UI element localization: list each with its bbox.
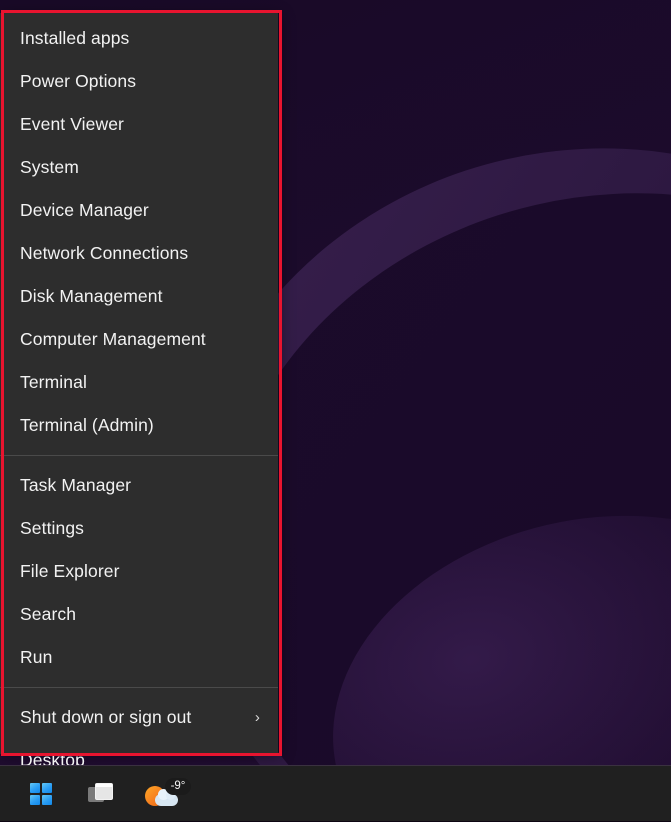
- taskbar[interactable]: -9°: [0, 765, 671, 821]
- menu-item-run[interactable]: Run: [0, 636, 278, 679]
- menu-group-system-tools: Installed apps Power Options Event Viewe…: [0, 17, 278, 447]
- menu-group-apps: Task Manager Settings File Explorer Sear…: [0, 464, 278, 679]
- windows-logo-pane: [30, 795, 40, 805]
- weather-widget-button[interactable]: -9°: [140, 773, 194, 815]
- task-view-front-pane: [95, 783, 113, 800]
- menu-item-label: Computer Management: [20, 329, 206, 349]
- menu-item-label: Terminal (Admin): [20, 415, 154, 435]
- task-view-button[interactable]: [80, 773, 122, 815]
- menu-item-label: Network Connections: [20, 243, 189, 263]
- menu-item-label: System: [20, 157, 79, 177]
- windows-logo-pane: [42, 783, 52, 793]
- cloud-icon: [155, 789, 178, 806]
- chevron-right-icon: ›: [254, 709, 260, 726]
- task-view-icon: [88, 783, 114, 805]
- menu-item-device-manager[interactable]: Device Manager: [0, 189, 278, 232]
- menu-item-network-connections[interactable]: Network Connections: [0, 232, 278, 275]
- taskbar-button-group: -9°: [20, 766, 194, 822]
- menu-separator-2: [0, 687, 278, 688]
- menu-item-label: Search: [20, 604, 77, 624]
- menu-item-computer-management[interactable]: Computer Management: [0, 318, 278, 361]
- power-user-menu[interactable]: Installed apps Power Options Event Viewe…: [0, 13, 278, 770]
- windows-logo-icon: [30, 783, 52, 805]
- windows-logo-pane: [30, 783, 40, 793]
- weather-temperature-badge: -9°: [165, 778, 191, 795]
- sun-behind-cloud-icon: -9°: [143, 777, 191, 811]
- menu-item-label: File Explorer: [20, 561, 120, 581]
- menu-item-terminal[interactable]: Terminal: [0, 361, 278, 404]
- menu-item-shut-down-or-sign-out[interactable]: Shut down or sign out ›: [0, 696, 278, 739]
- menu-item-label: Terminal: [20, 372, 87, 392]
- menu-item-label: Settings: [20, 518, 85, 538]
- windows-logo-pane: [42, 795, 52, 805]
- menu-item-system[interactable]: System: [0, 146, 278, 189]
- menu-item-installed-apps[interactable]: Installed apps: [0, 17, 278, 60]
- menu-item-label: Power Options: [20, 71, 137, 91]
- menu-item-label: Task Manager: [20, 475, 132, 495]
- menu-item-terminal-admin[interactable]: Terminal (Admin): [0, 404, 278, 447]
- menu-item-label: Installed apps: [20, 28, 130, 48]
- menu-item-label: Shut down or sign out: [20, 707, 192, 727]
- menu-item-disk-management[interactable]: Disk Management: [0, 275, 278, 318]
- menu-item-label: Disk Management: [20, 286, 163, 306]
- menu-item-search[interactable]: Search: [0, 593, 278, 636]
- menu-item-file-explorer[interactable]: File Explorer: [0, 550, 278, 593]
- menu-item-label: Event Viewer: [20, 114, 124, 134]
- start-button[interactable]: [20, 773, 62, 815]
- menu-item-task-manager[interactable]: Task Manager: [0, 464, 278, 507]
- menu-item-label: Run: [20, 647, 53, 667]
- menu-item-event-viewer[interactable]: Event Viewer: [0, 103, 278, 146]
- menu-item-power-options[interactable]: Power Options: [0, 60, 278, 103]
- menu-item-label: Device Manager: [20, 200, 149, 220]
- menu-separator-1: [0, 455, 278, 456]
- menu-item-settings[interactable]: Settings: [0, 507, 278, 550]
